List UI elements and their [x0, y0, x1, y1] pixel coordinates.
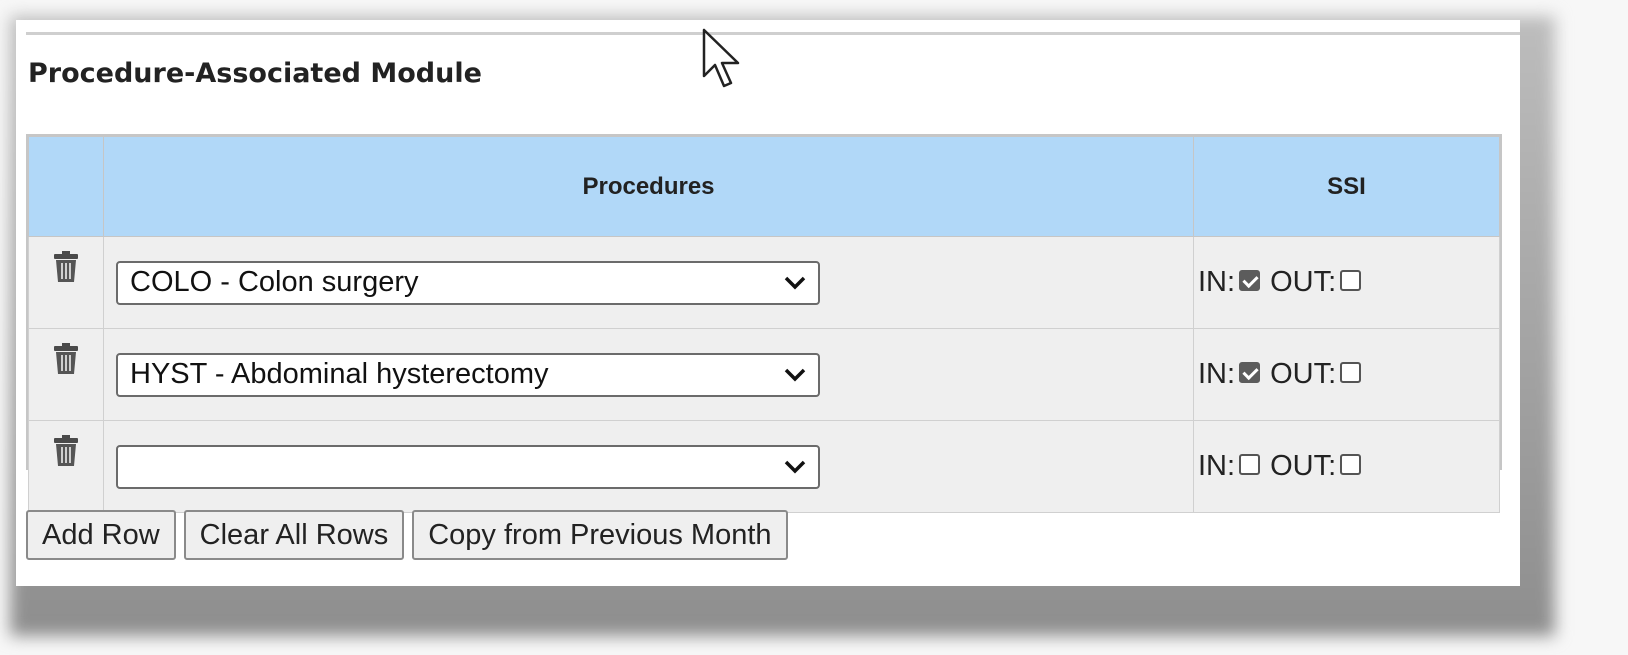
chevron-down-icon	[784, 460, 806, 473]
procedure-select[interactable]: HYST - Abdominal hysterectomy	[116, 352, 820, 397]
ssi-cell: IN: OUT:	[1193, 328, 1500, 421]
copy-previous-month-button[interactable]: Copy from Previous Month	[412, 510, 788, 560]
procedure-select[interactable]	[116, 444, 820, 489]
ssi-in-checkbox[interactable]	[1239, 453, 1261, 475]
in-label: IN:	[1198, 450, 1236, 482]
procedure-select-value: COLO - Colon surgery	[130, 266, 419, 298]
clear-all-rows-button[interactable]: Clear All Rows	[183, 510, 405, 560]
trash-icon[interactable]	[53, 435, 79, 467]
ssi-cell: IN: OUT:	[1193, 236, 1500, 329]
table-row: COLO - Colon surgery IN: OUT:	[28, 236, 1500, 329]
table-header-row: Procedures SSI	[28, 136, 1500, 237]
ssi-out-checkbox[interactable]	[1340, 361, 1362, 383]
mouse-cursor-icon	[702, 28, 740, 88]
divider	[26, 32, 1520, 35]
procedure-module-panel: Procedure-Associated Module Procedures S…	[16, 20, 1520, 586]
procedure-select-value: HYST - Abdominal hysterectomy	[130, 358, 549, 390]
procedure-cell	[103, 420, 1194, 513]
ssi-out-checkbox[interactable]	[1340, 453, 1362, 475]
in-label: IN:	[1198, 358, 1236, 390]
header-procedures: Procedures	[103, 136, 1194, 237]
delete-cell	[28, 420, 104, 513]
ssi-out-checkbox[interactable]	[1340, 269, 1362, 291]
ssi-in-checkbox[interactable]	[1239, 269, 1261, 291]
delete-cell	[28, 236, 104, 329]
procedure-cell: COLO - Colon surgery	[103, 236, 1194, 329]
ssi-cell: IN: OUT:	[1193, 420, 1500, 513]
add-row-button[interactable]: Add Row	[26, 510, 176, 560]
header-delete-col	[28, 136, 104, 237]
in-label: IN:	[1198, 266, 1236, 298]
delete-cell	[28, 328, 104, 421]
ssi-in-checkbox[interactable]	[1239, 361, 1261, 383]
out-label: OUT:	[1270, 450, 1337, 482]
out-label: OUT:	[1270, 358, 1337, 390]
section-title: Procedure-Associated Module	[28, 58, 482, 89]
procedure-select[interactable]: COLO - Colon surgery	[116, 260, 820, 305]
chevron-down-icon	[784, 276, 806, 289]
header-ssi: SSI	[1193, 136, 1500, 237]
trash-icon[interactable]	[53, 343, 79, 375]
trash-icon[interactable]	[53, 251, 79, 283]
table-row: IN: OUT:	[28, 420, 1500, 513]
chevron-down-icon	[784, 368, 806, 381]
out-label: OUT:	[1270, 266, 1337, 298]
action-buttons: Add Row Clear All Rows Copy from Previou…	[26, 510, 788, 560]
table-row: HYST - Abdominal hysterectomy IN: OUT:	[28, 328, 1500, 421]
procedure-cell: HYST - Abdominal hysterectomy	[103, 328, 1194, 421]
procedures-table: Procedures SSI COLO - Colon surgery IN: …	[26, 134, 1502, 513]
